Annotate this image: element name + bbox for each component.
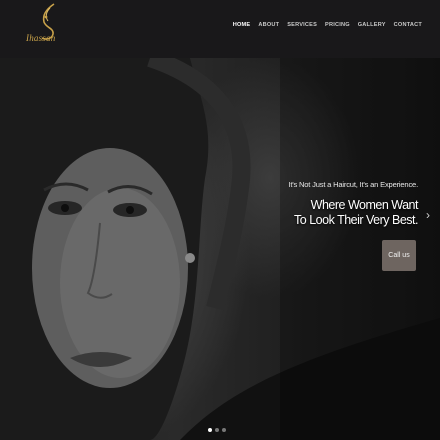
nav-item-services[interactable]: SERVICES xyxy=(287,22,317,28)
slider-dot-2[interactable] xyxy=(215,428,219,432)
hero-slider: It's Not Just a Haircut, It's an Experie… xyxy=(0,58,440,440)
nav-item-contact[interactable]: CONTACT xyxy=(394,22,422,28)
slider-dot-1[interactable] xyxy=(208,428,212,432)
hero-headline-line-1: Where Women Want xyxy=(310,198,419,212)
site-header: Ihassan HOME ABOUT SERVICES PRICING GALL… xyxy=(0,0,440,58)
brand-name: Ihassan xyxy=(26,33,56,43)
nav-item-gallery[interactable]: GALLERY xyxy=(358,22,386,28)
call-us-button[interactable]: Call us xyxy=(382,240,416,271)
main-nav: HOME ABOUT SERVICES PRICING GALLERY CONT… xyxy=(233,22,422,28)
chevron-right-icon[interactable]: › xyxy=(426,208,434,222)
hero-headline: Where Women Want To Look Their Very Best… xyxy=(288,198,418,228)
hero-caption: It's Not Just a Haircut, It's an Experie… xyxy=(288,180,418,228)
hero-tagline: It's Not Just a Haircut, It's an Experie… xyxy=(288,180,418,189)
slider-dot-3[interactable] xyxy=(222,428,226,432)
nav-item-about[interactable]: ABOUT xyxy=(258,22,279,28)
hero-photo xyxy=(0,58,440,440)
nav-item-home[interactable]: HOME xyxy=(233,22,251,28)
nav-item-pricing[interactable]: PRICING xyxy=(325,22,350,28)
hero-headline-line-2: To Look Their Very Best. xyxy=(294,213,418,227)
slider-pagination xyxy=(208,428,226,432)
